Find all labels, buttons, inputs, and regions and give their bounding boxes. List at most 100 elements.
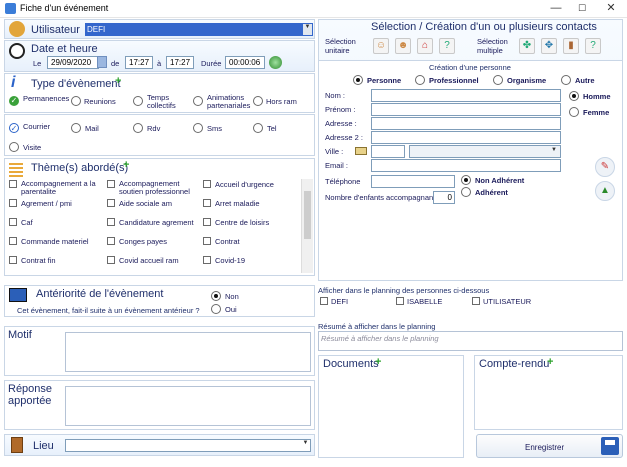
channel-option-1[interactable]: Mail	[71, 123, 99, 135]
theme-item[interactable]: Candidature agrement	[107, 218, 199, 227]
telephone-input[interactable]	[371, 175, 455, 188]
add-event-type-icon[interactable]: +	[115, 75, 121, 87]
theme-checkbox[interactable]	[9, 218, 17, 226]
cp-input[interactable]	[371, 145, 405, 158]
channel-option-4[interactable]: Tel	[253, 123, 277, 135]
theme-checkbox[interactable]	[203, 180, 211, 188]
duration-input[interactable]: 00:00:06	[225, 56, 265, 69]
type-option-0[interactable]: ✓ Permanences	[9, 94, 69, 106]
theme-item[interactable]: Contrat	[203, 237, 295, 246]
theme-item[interactable]: Covid accueil ram	[107, 256, 199, 265]
chevron-down-icon[interactable]: ▼	[303, 24, 312, 35]
anteriority-oui[interactable]: Oui	[211, 304, 237, 316]
email-input[interactable]	[371, 159, 561, 172]
non-adherent-option[interactable]: Non Adhérent	[461, 175, 524, 187]
home-icon[interactable]: ⌂	[417, 38, 433, 54]
theme-checkbox[interactable]	[9, 256, 17, 264]
theme-checkbox[interactable]	[203, 237, 211, 245]
user-panel: Utilisateur DEFI ▼	[4, 19, 315, 39]
adresse2-input[interactable]	[371, 131, 561, 144]
theme-item[interactable]: Accueil d'urgence	[203, 180, 295, 189]
type-option-4[interactable]: Hors ram	[253, 96, 297, 108]
planning-person-1[interactable]: ISABELLE	[396, 297, 442, 307]
theme-checkbox[interactable]	[107, 218, 115, 226]
documents-panel: Documents +	[318, 355, 464, 458]
group-icon[interactable]: ✤	[519, 38, 535, 54]
theme-checkbox[interactable]	[9, 180, 17, 188]
ville-select[interactable]	[409, 145, 561, 158]
gender-homme[interactable]: Homme	[569, 91, 611, 103]
maximize-button[interactable]: ☐	[570, 1, 594, 16]
theme-checkbox[interactable]	[9, 199, 17, 207]
type-option-2[interactable]	[133, 96, 143, 108]
close-button[interactable]: ✕	[599, 1, 623, 16]
theme-checkbox[interactable]	[203, 218, 211, 226]
theme-item[interactable]: Commande materiel	[9, 237, 101, 246]
prenom-input[interactable]	[371, 103, 561, 116]
theme-item[interactable]: Accompagnement soutien professionnel	[107, 180, 199, 196]
type-professionnel[interactable]: Professionnel	[415, 75, 479, 87]
channel-option-5[interactable]: Visite	[9, 142, 41, 154]
planning-person-2[interactable]: UTILISATEUR	[472, 297, 531, 307]
theme-item[interactable]: Centre de loisirs	[203, 218, 295, 227]
children-input[interactable]: 0	[433, 191, 455, 204]
postal-icon[interactable]	[355, 147, 367, 155]
chevron-down-icon[interactable]: ▼	[551, 147, 557, 153]
type-option-3[interactable]	[193, 96, 203, 108]
lieu-select[interactable]	[65, 439, 311, 452]
theme-checkbox[interactable]	[107, 237, 115, 245]
refresh-icon[interactable]	[269, 56, 282, 69]
theme-item[interactable]: Contrat fin	[9, 256, 101, 265]
time-from-input[interactable]: 17:27	[125, 56, 153, 69]
theme-item[interactable]: Arret maladie	[203, 199, 295, 208]
theme-item[interactable]: Accompagnement a la parentalite	[9, 180, 101, 196]
people-icon[interactable]: ✥	[541, 38, 557, 54]
channel-option-3[interactable]: Sms	[193, 123, 222, 135]
chevron-down-icon[interactable]: ▼	[301, 440, 310, 451]
theme-checkbox[interactable]	[9, 237, 17, 245]
select-person-icon[interactable]: ☺	[373, 38, 389, 54]
theme-item[interactable]: Agrement / pmi	[9, 199, 101, 208]
adherent-option[interactable]: Adhérent	[461, 187, 508, 199]
theme-item[interactable]: Caf	[9, 218, 101, 227]
theme-item[interactable]: Aide sociale am	[107, 199, 199, 208]
user-select[interactable]: DEFI	[85, 23, 313, 36]
resume-textarea[interactable]: Résumé à afficher dans le planning	[318, 331, 623, 351]
add-person-icon[interactable]: ☻	[395, 38, 411, 54]
help-icon[interactable]: ?	[439, 38, 455, 54]
anteriority-non[interactable]: Non	[211, 291, 239, 303]
adresse-input[interactable]	[371, 117, 561, 130]
date-input[interactable]: 29/09/2020	[47, 56, 99, 69]
type-personne[interactable]: Personne	[353, 75, 401, 87]
theme-checkbox[interactable]	[203, 256, 211, 264]
add-theme-icon[interactable]: +	[123, 159, 129, 171]
nom-input[interactable]	[371, 89, 561, 102]
reponse-textarea[interactable]	[65, 386, 311, 426]
add-compte-rendu-icon[interactable]: +	[547, 356, 553, 368]
type-option-1[interactable]: Reunions	[71, 96, 116, 108]
eraser-icon[interactable]: ✎	[595, 157, 615, 177]
theme-checkbox[interactable]	[107, 256, 115, 264]
channel-option-0[interactable]: ✓ Courrier	[9, 122, 50, 133]
anteriority-panel: Antériorité de l'évènement Cet évènement…	[4, 285, 315, 317]
motif-textarea[interactable]	[65, 332, 311, 372]
theme-checkbox[interactable]	[107, 180, 115, 188]
theme-item[interactable]: Conges payes	[107, 237, 199, 246]
channel-option-2[interactable]: Rdv	[133, 123, 160, 135]
gender-femme[interactable]: Femme	[569, 107, 609, 119]
add-document-icon[interactable]: +	[375, 356, 381, 368]
save-button[interactable]: Enregistrer	[476, 434, 623, 458]
theme-checkbox[interactable]	[107, 199, 115, 207]
validate-contact-icon[interactable]: ▲	[595, 181, 615, 201]
calendar-icon[interactable]	[97, 56, 107, 68]
type-autre[interactable]: Autre	[561, 75, 595, 87]
type-organisme[interactable]: Organisme	[493, 75, 546, 87]
help-multiple-icon[interactable]: ?	[585, 38, 601, 54]
planning-person-0[interactable]: DEFI	[320, 297, 348, 307]
themes-scrollbar[interactable]	[301, 179, 313, 273]
theme-checkbox[interactable]	[203, 199, 211, 207]
minimize-button[interactable]: —	[544, 1, 568, 16]
book-icon[interactable]: ▮	[563, 38, 579, 54]
theme-item[interactable]: Covid-19	[203, 256, 295, 265]
time-to-input[interactable]: 17:27	[166, 56, 194, 69]
